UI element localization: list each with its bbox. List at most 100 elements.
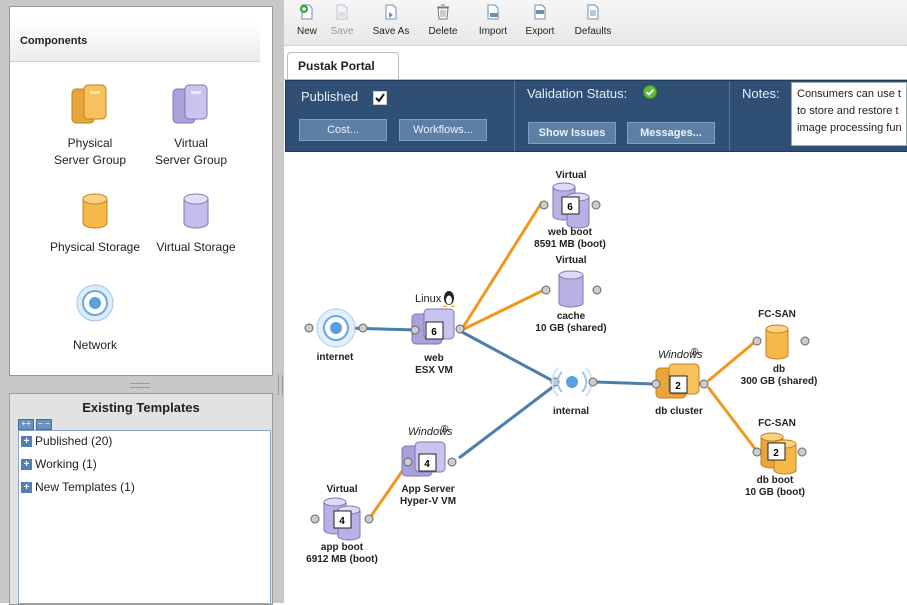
export-button[interactable]: Export (522, 4, 558, 37)
virtual-storage-icon (183, 193, 209, 229)
notes-field[interactable]: Consumers can use t to store and restore… (791, 82, 907, 146)
import-icon (487, 4, 499, 20)
link-dbcluster-db[interactable] (707, 339, 757, 383)
link-web-internal[interactable] (461, 330, 554, 383)
workflows-button[interactable]: Workflows... (399, 119, 487, 141)
import-button[interactable]: Import (475, 4, 511, 37)
port-icon[interactable] (800, 336, 810, 346)
node-label: internet (317, 352, 354, 363)
vertical-splitter[interactable] (276, 0, 284, 603)
count-text: 2 (675, 381, 681, 392)
port-icon[interactable] (410, 325, 420, 335)
port-icon[interactable] (541, 285, 551, 295)
link-internal-appserver[interactable] (458, 384, 555, 460)
published-label: Published (301, 89, 359, 104)
port-icon[interactable] (651, 379, 661, 389)
cost-button[interactable]: Cost... (299, 119, 387, 141)
save-button[interactable]: Save (329, 4, 355, 37)
valid-check-icon (643, 85, 657, 99)
node-app-boot[interactable]: Virtual 4 app boot 6912 MB (boot) (306, 484, 378, 565)
node-internal[interactable]: internal (550, 367, 598, 417)
show-issues-button[interactable]: Show Issues (528, 122, 616, 144)
tab-pustak-portal[interactable]: Pustak Portal (287, 52, 399, 79)
storage-type-label: FC-SAN (758, 418, 796, 429)
linux-penguin-icon (442, 291, 456, 307)
port-icon[interactable] (358, 323, 368, 333)
node-app-server[interactable]: Windows ® 4 App Server Hyper-V VM (400, 424, 457, 507)
expand-icon[interactable]: + (21, 482, 32, 494)
port-icon[interactable] (310, 514, 320, 524)
component-physical-server-group[interactable]: Physical Server Group (45, 83, 135, 169)
port-icon[interactable] (699, 379, 709, 389)
tree-item-working[interactable]: + Working (1) (21, 455, 97, 473)
port-icon[interactable] (539, 200, 549, 210)
node-db-boot[interactable]: FC-SAN 2 db boot 10 GB (boot) (745, 418, 807, 498)
tree-item-label: Working (1) (35, 457, 97, 471)
port-icon[interactable] (447, 457, 457, 467)
port-icon[interactable] (588, 377, 598, 387)
node-label: App Server (401, 484, 454, 495)
node-cache[interactable]: Virtual cache 10 GB (shared) (535, 255, 606, 334)
expand-icon[interactable]: + (21, 459, 32, 471)
expand-all-button[interactable]: ++ (18, 419, 34, 430)
port-icon[interactable] (752, 336, 762, 346)
node-label: db (773, 364, 785, 375)
port-icon[interactable] (364, 514, 374, 524)
link-internet-web[interactable] (344, 326, 418, 332)
node-internet[interactable]: internet (304, 308, 368, 363)
port-icon[interactable] (752, 447, 762, 457)
port-icon[interactable] (403, 457, 413, 467)
node-db-cluster[interactable]: Windows ® 2 db cluster (651, 347, 709, 417)
topology-canvas[interactable]: internet Linux 6 web ESX VM Virtual 6 we… (284, 152, 907, 603)
node-sublabel: Hyper-V VM (400, 496, 456, 507)
templates-tree: + Published (20) + Working (1) + New Templa… (18, 430, 271, 604)
tree-item-published[interactable]: + Published (20) (21, 432, 112, 450)
node-web-boot[interactable]: Virtual 6 web boot 8591 MB (boot) (534, 170, 606, 250)
node-label: db boot (757, 475, 794, 486)
registered-mark: ® (441, 424, 449, 435)
physical-storage-icon (82, 193, 108, 229)
templates-title: Existing Templates (82, 400, 200, 415)
separator (729, 81, 730, 151)
node-sublabel: 8591 MB (boot) (534, 239, 606, 250)
component-virtual-storage[interactable]: Virtual Storage (146, 193, 246, 256)
defaults-button[interactable]: Defaults (571, 4, 615, 37)
new-icon (300, 4, 313, 20)
save-as-button[interactable]: Save As (371, 4, 411, 37)
tree-item-new-templates[interactable]: + New Templates (1) (21, 478, 135, 496)
save-as-label: Save As (372, 26, 410, 37)
component-label: Virtual Storage (156, 240, 236, 254)
count-text: 4 (339, 516, 345, 527)
port-icon[interactable] (797, 447, 807, 457)
components-panel: Components Physical Server Group Virtual… (9, 6, 273, 376)
port-icon[interactable] (592, 285, 602, 295)
components-header: Components (10, 21, 260, 62)
port-icon[interactable] (304, 323, 314, 333)
virtual-storage-icon (558, 275, 584, 308)
save-label: Save (330, 26, 354, 37)
node-label: db cluster (655, 406, 703, 417)
wireless-network-icon (551, 367, 593, 397)
expand-icon[interactable]: + (21, 436, 32, 448)
component-physical-storage[interactable]: Physical Storage (45, 193, 145, 256)
link-dbcluster-dbboot[interactable] (706, 386, 758, 451)
notes-line: Consumers can use t (797, 88, 901, 100)
port-icon[interactable] (591, 200, 601, 210)
component-virtual-server-group[interactable]: Virtual Server Group (146, 83, 236, 169)
templates-panel: Existing Templates ++ − − + Published (20… (9, 393, 273, 605)
node-label: web boot (547, 227, 593, 238)
published-checkbox[interactable] (373, 91, 387, 105)
components-title: Components (20, 35, 88, 47)
defaults-label: Defaults (574, 26, 612, 37)
node-db[interactable]: FC-SAN db 300 GB (shared) (741, 309, 818, 387)
network-icon (76, 284, 114, 322)
delete-button[interactable]: Delete (425, 4, 461, 37)
link-internal-dbcluster[interactable] (594, 380, 655, 386)
component-network[interactable]: Network (45, 283, 145, 354)
node-web[interactable]: Linux 6 web ESX VM (410, 291, 465, 376)
splitter-grip-icon (130, 383, 150, 388)
new-button[interactable]: New (294, 4, 320, 37)
port-icon[interactable] (455, 324, 465, 334)
messages-button[interactable]: Messages... (627, 122, 715, 144)
collapse-all-button[interactable]: − − (36, 419, 52, 430)
